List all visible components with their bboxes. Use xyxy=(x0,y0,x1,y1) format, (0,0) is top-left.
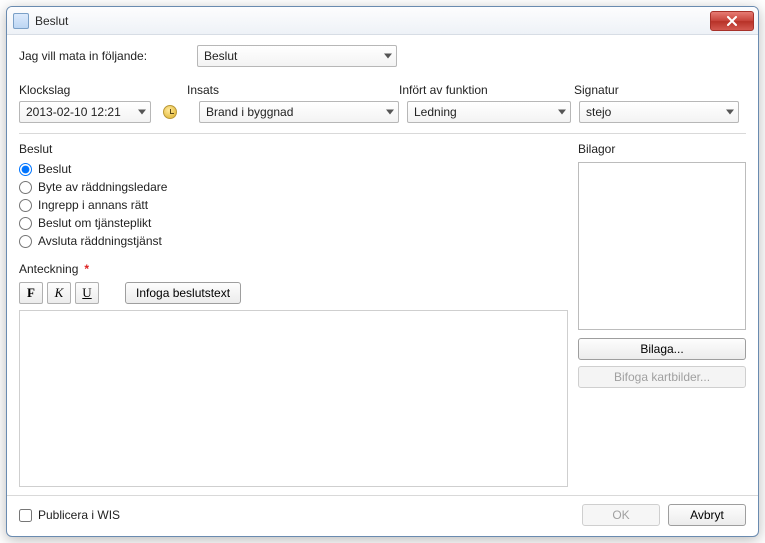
clock-icon[interactable] xyxy=(163,105,177,119)
infort-label: Infört av funktion xyxy=(399,83,574,97)
body-columns: Beslut Beslut Byte av räddningsledare In… xyxy=(19,142,746,487)
app-icon xyxy=(13,13,29,29)
field-labels-row: Klockslag Insats Infört av funktion Sign… xyxy=(19,83,746,97)
anteckning-label-row: Anteckning * xyxy=(19,262,568,276)
content-area: Jag vill mata in följande: Beslut Klocks… xyxy=(7,35,758,495)
infort-select[interactable]: Ledning xyxy=(407,101,571,123)
footer: Publicera i WIS OK Avbryt xyxy=(7,495,758,536)
dialog-window: Beslut Jag vill mata in följande: Beslut… xyxy=(6,6,759,537)
radio-input[interactable] xyxy=(19,181,32,194)
anteckning-textarea[interactable] xyxy=(19,310,568,487)
radio-label: Byte av räddningsledare xyxy=(38,180,167,194)
entry-type-value: Beslut xyxy=(204,49,237,63)
checkbox-input[interactable] xyxy=(19,509,32,522)
insert-text-button[interactable]: Infoga beslutstext xyxy=(125,282,241,304)
beslut-radio-group: Beslut Byte av räddningsledare Ingrepp i… xyxy=(19,162,568,248)
entry-type-label: Jag vill mata in följande: xyxy=(19,49,189,63)
radio-input[interactable] xyxy=(19,217,32,230)
klockslag-select[interactable]: 2013-02-10 12:21 xyxy=(19,101,151,123)
insats-label: Insats xyxy=(187,83,399,97)
chevron-down-icon xyxy=(558,110,566,115)
bilagor-list[interactable] xyxy=(578,162,746,330)
window-title: Beslut xyxy=(35,14,710,28)
radio-byte[interactable]: Byte av räddningsledare xyxy=(19,180,568,194)
publish-wis-checkbox[interactable]: Publicera i WIS xyxy=(19,508,120,522)
insats-select[interactable]: Brand i byggnad xyxy=(199,101,399,123)
radio-input[interactable] xyxy=(19,235,32,248)
required-mark: * xyxy=(84,262,89,276)
underline-button[interactable]: U xyxy=(75,282,99,304)
bilaga-button[interactable]: Bilaga... xyxy=(578,338,746,360)
radio-label: Beslut om tjänsteplikt xyxy=(38,216,151,230)
entry-type-row: Jag vill mata in följande: Beslut xyxy=(19,45,746,67)
infort-value: Ledning xyxy=(414,105,457,119)
format-toolbar: F K U Infoga beslutstext xyxy=(19,282,568,304)
radio-label: Beslut xyxy=(38,162,71,176)
radio-avsluta[interactable]: Avsluta räddningstjänst xyxy=(19,234,568,248)
radio-ingrepp[interactable]: Ingrepp i annans rätt xyxy=(19,198,568,212)
signatur-select[interactable]: stejo xyxy=(579,101,739,123)
publish-wis-label: Publicera i WIS xyxy=(38,508,120,522)
signatur-label: Signatur xyxy=(574,83,746,97)
klockslag-label: Klockslag xyxy=(19,83,187,97)
radio-input[interactable] xyxy=(19,163,32,176)
anteckning-label: Anteckning xyxy=(19,262,78,276)
bifoga-kartbilder-button: Bifoga kartbilder... xyxy=(578,366,746,388)
chevron-down-icon xyxy=(384,54,392,59)
right-column: Bilagor Bilaga... Bifoga kartbilder... xyxy=(578,142,746,487)
fields-row: 2013-02-10 12:21 Brand i byggnad Ledning… xyxy=(19,101,746,123)
left-column: Beslut Beslut Byte av räddningsledare In… xyxy=(19,142,568,487)
italic-button[interactable]: K xyxy=(47,282,71,304)
radio-label: Ingrepp i annans rätt xyxy=(38,198,148,212)
titlebar: Beslut xyxy=(7,7,758,35)
ok-button: OK xyxy=(582,504,660,526)
radio-input[interactable] xyxy=(19,199,32,212)
entry-type-select[interactable]: Beslut xyxy=(197,45,397,67)
cancel-button[interactable]: Avbryt xyxy=(668,504,746,526)
bold-button[interactable]: F xyxy=(19,282,43,304)
close-button[interactable] xyxy=(710,11,754,31)
chevron-down-icon xyxy=(138,110,146,115)
chevron-down-icon xyxy=(386,110,394,115)
radio-beslut[interactable]: Beslut xyxy=(19,162,568,176)
radio-tjansteplikt[interactable]: Beslut om tjänsteplikt xyxy=(19,216,568,230)
bilagor-title: Bilagor xyxy=(578,142,746,156)
klockslag-value: 2013-02-10 12:21 xyxy=(26,105,121,119)
radio-label: Avsluta räddningstjänst xyxy=(38,234,162,248)
close-icon xyxy=(726,16,738,26)
beslut-group-title: Beslut xyxy=(19,142,568,156)
divider xyxy=(19,133,746,134)
signatur-value: stejo xyxy=(586,105,611,119)
insats-value: Brand i byggnad xyxy=(206,105,293,119)
chevron-down-icon xyxy=(726,110,734,115)
